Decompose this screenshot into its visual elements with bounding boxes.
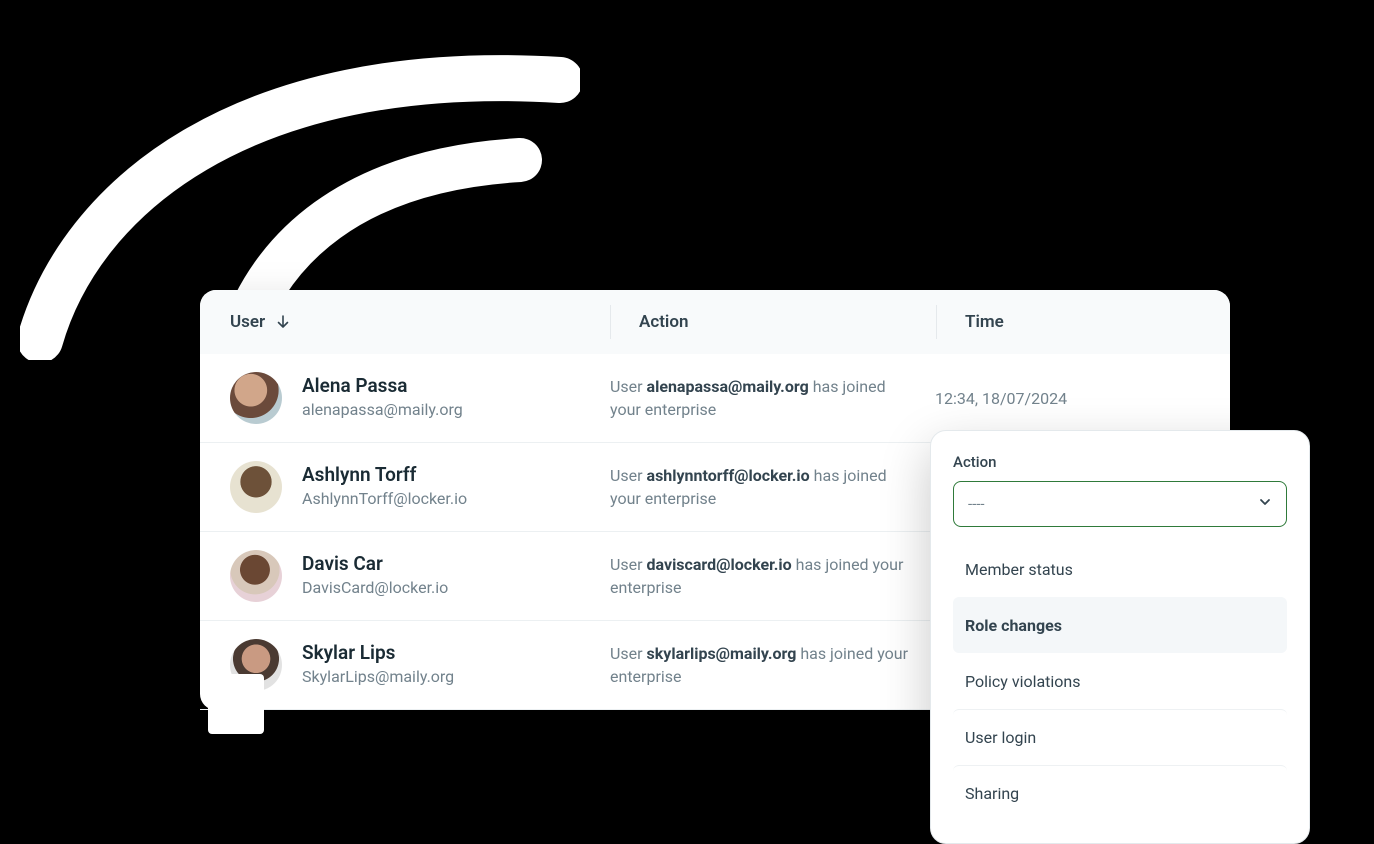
column-header-user-label: User bbox=[230, 312, 265, 332]
decoration-square bbox=[208, 674, 264, 734]
action-filter-option[interactable]: Member status bbox=[953, 541, 1287, 597]
user-email: DavisCard@locker.io bbox=[302, 577, 448, 599]
column-header-time[interactable]: Time bbox=[937, 312, 1200, 332]
user-email: AshlynnTorff@locker.io bbox=[302, 488, 467, 510]
activity-description: User alenapassa@maily.org has joined you… bbox=[610, 375, 935, 421]
chevron-down-icon bbox=[1258, 495, 1272, 513]
action-filter-option[interactable]: Sharing bbox=[953, 765, 1287, 821]
user-name: Skylar Lips bbox=[302, 641, 454, 666]
user-name: Davis Car bbox=[302, 552, 448, 577]
action-filter-label: Action bbox=[953, 453, 1287, 471]
user-name: Ashlynn Torff bbox=[302, 463, 467, 488]
column-header-action[interactable]: Action bbox=[611, 312, 936, 332]
activity-time: 12:34, 18/07/2024 bbox=[935, 389, 1200, 408]
activity-description: User ashlynntorff@locker.io has joined y… bbox=[610, 464, 935, 510]
action-filter-option[interactable]: User login bbox=[953, 709, 1287, 765]
avatar bbox=[230, 372, 282, 424]
table-header-row: User Action Time bbox=[200, 290, 1230, 354]
action-filter-option[interactable]: Role changes bbox=[953, 597, 1287, 653]
action-filter-select[interactable]: ---- bbox=[953, 481, 1287, 527]
activity-description: User daviscard@locker.io has joined your… bbox=[610, 553, 935, 599]
arrow-down-icon bbox=[275, 314, 291, 330]
column-header-user[interactable]: User bbox=[230, 312, 610, 332]
action-filter-panel: Action ---- Member status Role changes P… bbox=[930, 430, 1310, 844]
avatar bbox=[230, 461, 282, 513]
activity-description: User skylarlips@maily.org has joined you… bbox=[610, 642, 935, 688]
user-name: Alena Passa bbox=[302, 374, 463, 399]
user-email: SkylarLips@maily.org bbox=[302, 666, 454, 688]
avatar bbox=[230, 550, 282, 602]
user-email: alenapassa@maily.org bbox=[302, 399, 463, 421]
action-filter-options: Member status Role changes Policy violat… bbox=[953, 541, 1287, 821]
action-filter-selected-value: ---- bbox=[968, 495, 985, 513]
action-filter-option[interactable]: Policy violations bbox=[953, 653, 1287, 709]
activity-table-card: User Action Time Alena Passa alenapassa@… bbox=[200, 290, 1230, 710]
column-header-time-label: Time bbox=[965, 312, 1004, 332]
column-header-action-label: Action bbox=[639, 312, 688, 332]
